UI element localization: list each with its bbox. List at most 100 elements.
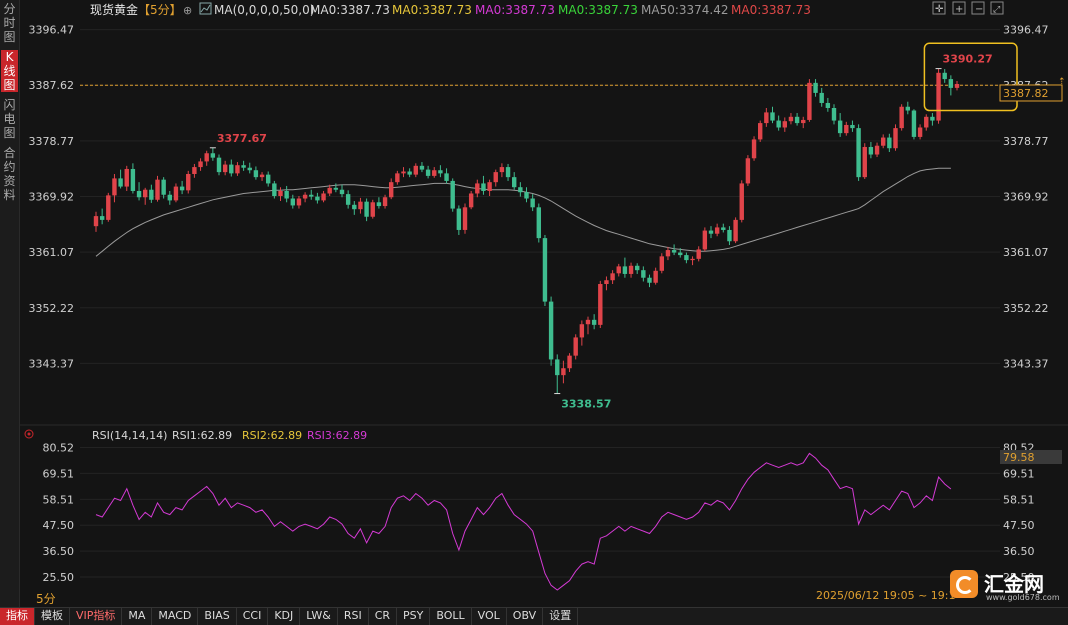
candle-body (936, 72, 941, 121)
rsi-tick-label: 58.51 (43, 493, 75, 506)
toolbar-item[interactable]: OBV (507, 608, 544, 625)
candle-body (647, 277, 652, 283)
candle-body (456, 208, 462, 230)
ma-values: MA0:3387.73 MA0:3387.73 MA0:3387.73 MA0:338… (310, 3, 811, 17)
candle-body (831, 108, 837, 121)
candle-body (278, 190, 283, 196)
rsi-tick-label: 47.50 (1003, 519, 1035, 532)
period-indicator: 【5分】 (138, 3, 182, 17)
candle-body (444, 173, 449, 181)
price-tick-label: 3396.47 (29, 24, 75, 37)
datetime-range: 2025/06/12 19:05 ~ 19:1 (816, 589, 956, 602)
candle-body (235, 165, 240, 174)
candle-body (733, 219, 738, 242)
candle-body (407, 171, 412, 175)
tab-flash-chart[interactable]: 闪电图 (1, 98, 18, 140)
toolbar-item[interactable]: LW& (300, 608, 338, 625)
toolbar-item[interactable]: VIP指标 (70, 608, 123, 625)
candle-body (727, 229, 732, 242)
candle-body (222, 164, 228, 173)
candle-body (106, 195, 111, 220)
ma-value: MA50:3374.42 (641, 3, 729, 17)
toolbar-item[interactable]: MA (122, 608, 153, 625)
candle-body (327, 187, 332, 194)
candle-body (788, 116, 794, 122)
candle-body (149, 189, 154, 200)
extreme-label: 3390.27 (943, 53, 993, 66)
candle-body (302, 194, 308, 199)
extreme-label: 3377.67 (217, 132, 267, 145)
candle-body (690, 258, 695, 261)
candle-body (665, 250, 671, 257)
candle-body (210, 153, 216, 158)
candle-body (954, 83, 960, 88)
price-tick-label: 3361.07 (1003, 246, 1049, 259)
candle-body (309, 194, 314, 197)
toolbar-item[interactable]: MACD (152, 608, 199, 625)
candle-body (825, 102, 831, 108)
candle-body (345, 194, 351, 205)
period-label[interactable]: 5分 (36, 590, 56, 607)
candle-body (241, 165, 246, 168)
candle-body (468, 193, 474, 208)
toolbar-item[interactable]: CR (369, 608, 398, 625)
candle-body (708, 230, 714, 234)
candle-body (696, 249, 701, 259)
price-tick-label: 3378.77 (1003, 135, 1049, 148)
current-price-arrow-icon: ⇡ (1058, 77, 1066, 87)
rsi-value: RSI1:62.89 (172, 429, 232, 442)
candle-body (204, 153, 209, 162)
candle-body (124, 168, 129, 187)
toolbar-item[interactable]: RSI (338, 608, 369, 625)
toolbar-item[interactable]: PSY (397, 608, 431, 625)
candle-body (844, 124, 849, 134)
candle-body (776, 120, 781, 128)
tab-time-chart[interactable]: 分时图 (1, 2, 18, 44)
candle-body (758, 123, 763, 140)
candle-body (745, 158, 751, 184)
candle-body (930, 116, 935, 121)
candle-body (819, 92, 824, 103)
price-grid (80, 29, 1000, 364)
candle-body (850, 124, 855, 129)
candle-body (561, 368, 566, 376)
candle-body (598, 284, 603, 325)
candle-body (530, 198, 535, 208)
toolbar-item[interactable]: BOLL (430, 608, 472, 625)
toolbar-item[interactable]: 指标 (0, 608, 35, 625)
fullscreen-icon: ⤢ (992, 5, 1000, 15)
candle-body (259, 174, 265, 178)
candle-body (370, 202, 375, 217)
candle-body (296, 198, 302, 206)
symbol-name: 现货黄金 (90, 2, 138, 17)
candle-body (862, 146, 867, 178)
toolbar-item[interactable]: KDJ (268, 608, 301, 625)
price-tick-label: 3352.22 (1003, 302, 1049, 315)
price-tick-label: 3343.37 (1003, 357, 1049, 370)
candle-body (93, 216, 99, 227)
toolbar-item[interactable]: BIAS (198, 608, 237, 625)
candle-body (499, 167, 505, 173)
toolbar-item[interactable]: CCI (237, 608, 269, 625)
candle-body (887, 137, 892, 149)
logo-url: www.gold678.com (986, 593, 1060, 602)
toolbar-item[interactable]: 模板 (35, 608, 70, 625)
tab-contract-info[interactable]: 合约资料 (1, 146, 18, 202)
candle-body (616, 266, 621, 274)
candle-body (524, 192, 529, 199)
chart-canvas[interactable]: 现货黄金 【5分】 ⊕ MA(0,0,0,0,50,0) MA0:3387.73… (20, 0, 1068, 606)
tab-kline-chart[interactable]: K线图 (1, 50, 18, 92)
candle-body (585, 319, 591, 325)
rsi-title: RSI(14,14,14) (92, 429, 167, 442)
candlesticks (93, 68, 960, 394)
candle-body (253, 170, 259, 178)
zoom-in-icon: + (955, 4, 963, 15)
toolbar-item[interactable]: 设置 (543, 608, 579, 625)
candle-body (518, 187, 523, 193)
toolbar-item[interactable]: VOL (472, 608, 507, 625)
candle-body (653, 270, 658, 283)
ma-value: MA0:3387.73 (558, 3, 638, 17)
candle-body (358, 201, 363, 210)
settings-icon[interactable]: ⊕ (183, 4, 192, 17)
rsi-value: RSI3:62.89 (307, 429, 367, 442)
